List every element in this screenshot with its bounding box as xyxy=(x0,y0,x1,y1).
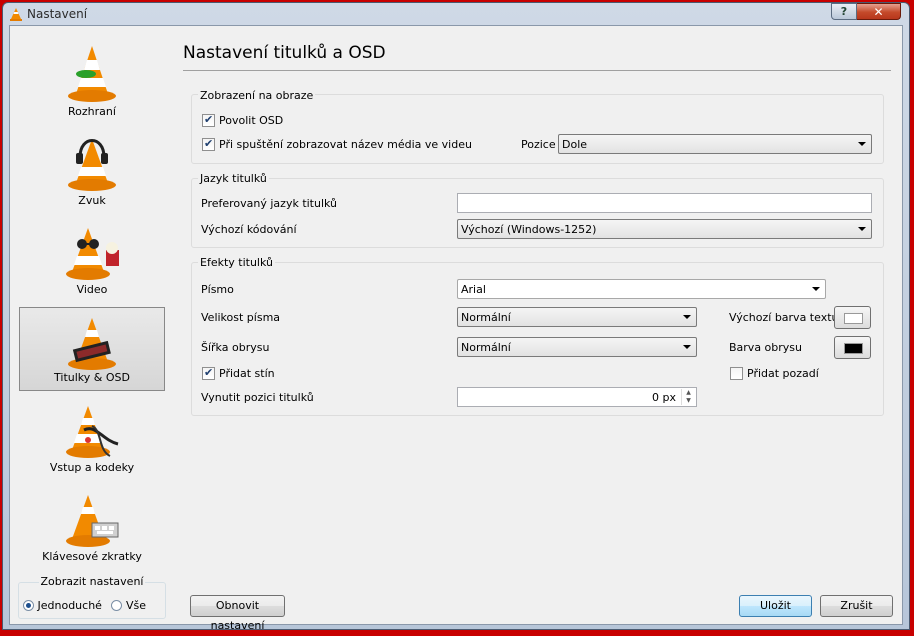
outline-color-swatch xyxy=(844,343,863,354)
cone-headphones-icon xyxy=(68,139,116,191)
sidebar-item-label: Vstup a kodeky xyxy=(49,461,135,474)
add-shadow-label: Přidat stín xyxy=(219,367,275,380)
spin-down-icon[interactable]: ▼ xyxy=(682,397,695,405)
simple-radio[interactable] xyxy=(23,600,34,611)
subtitle-effects-group-title: Efekty titulků xyxy=(198,256,275,269)
sidebar-item-label: Video xyxy=(76,283,108,296)
title-divider xyxy=(183,70,891,71)
sidebar-item-label: Titulky & OSD xyxy=(54,371,130,384)
cone-glasses-icon xyxy=(66,228,119,280)
encoding-label: Výchozí kódování xyxy=(201,223,297,236)
text-color-label: Výchozí barva textu xyxy=(729,311,839,324)
font-label: Písmo xyxy=(201,283,234,296)
position-combo[interactable]: Dole xyxy=(558,134,872,154)
chevron-down-icon xyxy=(812,287,820,291)
font-combo[interactable]: Arial xyxy=(457,279,826,299)
osd-group-title: Zobrazení na obraze xyxy=(198,89,316,102)
font-value: Arial xyxy=(461,283,486,296)
sidebar-item-video[interactable]: Video xyxy=(19,218,165,302)
enable-osd-label: Povolit OSD xyxy=(219,114,284,127)
position-label: Pozice xyxy=(521,138,556,151)
outline-width-label: Šířka obrysu xyxy=(201,341,270,354)
subtitle-language-group-title: Jazyk titulků xyxy=(198,172,269,185)
simple-radio-label: Jednoduché xyxy=(37,599,102,612)
sidebar-item-label: Rozhraní xyxy=(68,105,116,118)
sidebar-item-label: Klávesové zkratky xyxy=(42,550,142,563)
sidebar-item-subtitles-osd[interactable]: Titulky & OSD xyxy=(19,307,165,391)
force-position-label: Vynutit pozici titulků xyxy=(201,391,314,404)
all-radio-label: Vše xyxy=(125,599,146,612)
title-bar[interactable]: Nastavení ? ✕ xyxy=(3,3,909,25)
page-title: Nastavení titulků a OSD xyxy=(183,43,386,63)
preferred-language-label: Preferovaný jazyk titulků xyxy=(201,197,338,210)
enable-osd-checkbox[interactable] xyxy=(202,113,215,127)
sidebar-item-audio[interactable]: Zvuk xyxy=(19,129,165,213)
sidebar-item-hotkeys[interactable]: Klávesové zkratky xyxy=(19,485,165,569)
sidebar-item-input-codecs[interactable]: Vstup a kodeky xyxy=(19,396,165,480)
sidebar-item-label: Zvuk xyxy=(78,194,106,207)
sidebar-item-interface[interactable]: Rozhraní xyxy=(19,40,165,124)
font-size-value: Normální xyxy=(461,311,511,324)
settings-window: Nastavení ? ✕ Rozhraní Zvuk Video Titulk… xyxy=(2,2,910,632)
show-settings-legend: Zobrazit nastavení xyxy=(38,575,146,588)
chevron-down-icon xyxy=(683,345,691,349)
vlc-cone-icon xyxy=(68,46,116,102)
outline-width-combo[interactable]: Normální xyxy=(457,337,697,357)
add-shadow-checkbox[interactable] xyxy=(202,366,215,380)
vlc-app-icon xyxy=(10,8,22,21)
save-button[interactable]: Uložit xyxy=(739,595,812,617)
position-value: Dole xyxy=(562,138,588,151)
chevron-down-icon xyxy=(683,315,691,319)
force-position-spinbox[interactable]: 0 px ▲ ▼ xyxy=(457,387,697,407)
spin-arrows[interactable]: ▲ ▼ xyxy=(681,389,695,405)
outline-color-button[interactable] xyxy=(834,336,871,359)
spin-up-icon[interactable]: ▲ xyxy=(682,389,695,397)
text-color-button[interactable] xyxy=(834,306,871,329)
force-position-value: 0 px xyxy=(652,391,676,404)
outline-color-label: Barva obrysu xyxy=(729,341,803,354)
encoding-combo[interactable]: Výchozí (Windows-1252) xyxy=(457,219,872,239)
font-size-combo[interactable]: Normální xyxy=(457,307,697,327)
text-color-swatch xyxy=(844,313,863,324)
preferred-language-input[interactable] xyxy=(457,193,872,213)
add-background-checkbox[interactable] xyxy=(730,367,743,380)
chevron-down-icon xyxy=(858,227,866,231)
show-settings-group: Zobrazit nastavení Jednoduché Vše xyxy=(18,575,166,619)
cone-cables-icon xyxy=(66,406,119,458)
cancel-button[interactable]: Zrušit xyxy=(820,595,893,617)
dialog-body: Rozhraní Zvuk Video Titulky & OSD Vstup … xyxy=(9,25,903,632)
reset-preferences-button[interactable]: Obnovit nastavení xyxy=(190,595,285,632)
close-button[interactable]: ✕ xyxy=(857,3,901,20)
window-title: Nastavení xyxy=(27,7,88,21)
font-size-label: Velikost písma xyxy=(201,311,281,324)
chevron-down-icon xyxy=(858,142,866,146)
all-radio[interactable] xyxy=(111,600,123,611)
category-sidebar: Rozhraní Zvuk Video Titulky & OSD Vstup … xyxy=(10,26,175,626)
cone-keyboard-icon xyxy=(66,495,119,547)
show-title-checkbox[interactable] xyxy=(202,137,215,151)
cone-subtitles-icon xyxy=(68,318,116,370)
outline-width-value: Normální xyxy=(461,341,511,354)
add-background-label: Přidat pozadí xyxy=(747,367,819,380)
show-title-label: Při spuštění zobrazovat název média ve v… xyxy=(219,138,472,151)
help-button[interactable]: ? xyxy=(831,3,857,20)
encoding-value: Výchozí (Windows-1252) xyxy=(461,223,597,236)
